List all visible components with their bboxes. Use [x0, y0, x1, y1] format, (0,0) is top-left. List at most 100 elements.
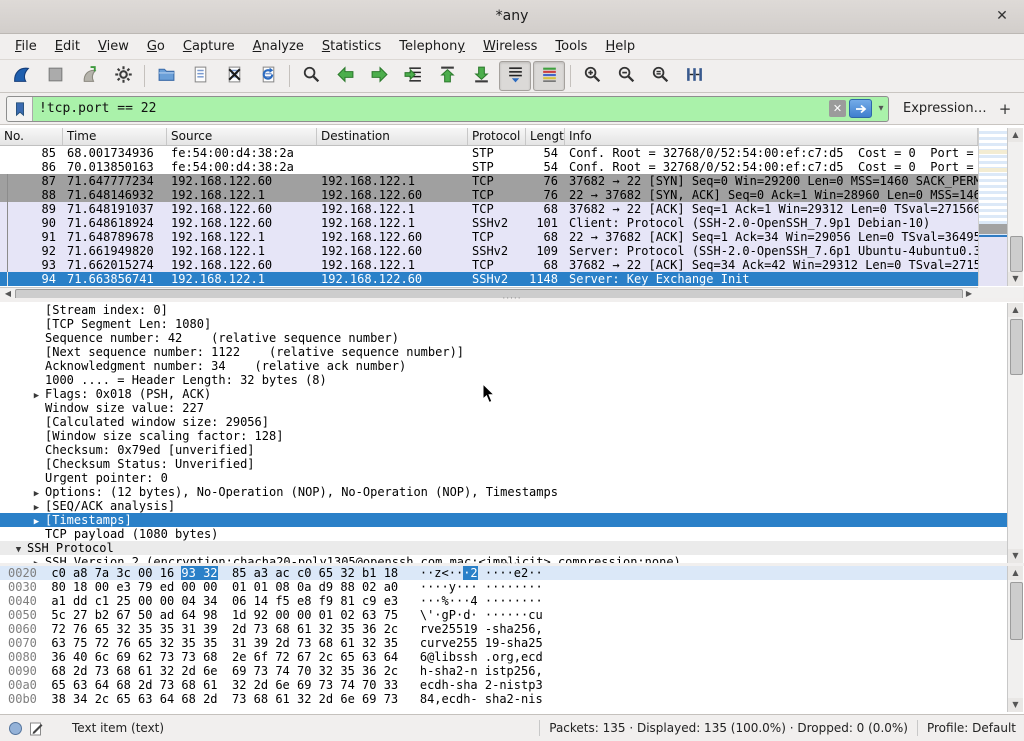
bytes-scrollbar[interactable]: ▲ ▼ [1007, 566, 1023, 712]
apply-filter-button[interactable] [849, 99, 872, 118]
column-header-destination[interactable]: Destination [317, 128, 468, 145]
scroll-down-icon[interactable]: ▼ [1008, 549, 1023, 563]
hex-row-0070[interactable]: 0070 63 75 72 76 65 32 35 35 31 39 2d 73… [0, 636, 1008, 650]
menu-telephony[interactable]: Telephony [390, 36, 474, 57]
go-first-button[interactable] [431, 61, 463, 91]
column-header-no[interactable]: No. [0, 128, 63, 145]
find-packet-button[interactable] [295, 61, 327, 91]
profile-button[interactable]: Profile: Default [927, 721, 1016, 735]
packet-row-90[interactable]: 9071.648618924192.168.122.60192.168.122.… [0, 216, 978, 230]
detail-row[interactable]: [Stream index: 0] [0, 303, 1008, 317]
zoom-reset-button[interactable] [644, 61, 676, 91]
menu-capture[interactable]: Capture [174, 36, 244, 57]
menu-tools[interactable]: Tools [546, 36, 596, 57]
detail-row[interactable]: ▼SSH Protocol [0, 541, 1008, 555]
open-file-button[interactable] [150, 61, 182, 91]
go-forward-button[interactable] [363, 61, 395, 91]
packet-list-scrollbar[interactable]: ▲ ▼ [1007, 128, 1023, 286]
menu-file[interactable]: File [6, 36, 46, 57]
column-header-time[interactable]: Time [63, 128, 167, 145]
packet-row-89[interactable]: 8971.648191037192.168.122.60192.168.122.… [0, 202, 978, 216]
detail-row[interactable]: [TCP Segment Len: 1080] [0, 317, 1008, 331]
expert-info-icon[interactable] [8, 721, 23, 736]
menu-go[interactable]: Go [138, 36, 174, 57]
packet-row-93[interactable]: 9371.662015274192.168.122.60192.168.122.… [0, 258, 978, 272]
scroll-up-icon[interactable]: ▲ [1008, 566, 1023, 580]
detail-row[interactable]: [Calculated window size: 29056] [0, 415, 1008, 429]
hex-row-0080[interactable]: 0080 36 40 6c 69 62 73 73 68 2e 6f 72 67… [0, 650, 1008, 664]
hex-row-0050[interactable]: 0050 5c 27 b2 67 50 ad 64 98 1d 92 00 00… [0, 608, 1008, 622]
detail-row[interactable]: Urgent pointer: 0 [0, 471, 1008, 485]
column-header-length[interactable]: Length [526, 128, 565, 145]
go-last-button[interactable] [465, 61, 497, 91]
hex-row-0030[interactable]: 0030 80 18 00 e3 79 ed 00 00 01 01 08 0a… [0, 580, 1008, 594]
packet-row-94[interactable]: 9471.663856741192.168.122.1192.168.122.6… [0, 272, 978, 286]
auto-scroll-button[interactable] [499, 61, 531, 91]
packet-row-86[interactable]: 8670.013850163fe:54:00:d4:38:2aSTP54Conf… [0, 160, 978, 174]
scroll-up-icon[interactable]: ▲ [1008, 303, 1023, 317]
packet-row-91[interactable]: 9171.648789678192.168.122.1192.168.122.6… [0, 230, 978, 244]
capture-options-button[interactable] [107, 61, 139, 91]
collapse-icon[interactable]: ▼ [10, 543, 27, 557]
capture-comment-icon[interactable] [29, 721, 44, 736]
packet-row-92[interactable]: 9271.661949820192.168.122.1192.168.122.6… [0, 244, 978, 258]
colorize-button[interactable] [533, 61, 565, 91]
scrollbar-thumb[interactable] [1010, 582, 1023, 640]
go-to-packet-button[interactable] [397, 61, 429, 91]
packet-list-minimap[interactable] [978, 128, 1008, 286]
detail-row[interactable]: [Checksum Status: Unverified] [0, 457, 1008, 471]
resize-columns-button[interactable] [678, 61, 710, 91]
scrollbar-thumb[interactable] [1010, 236, 1023, 272]
menu-wireless[interactable]: Wireless [474, 36, 546, 57]
clear-filter-button[interactable]: ✕ [829, 100, 846, 117]
start-capture-button[interactable] [5, 61, 37, 91]
packet-row-88[interactable]: 8871.648146932192.168.122.1192.168.122.6… [0, 188, 978, 202]
hex-row-0060[interactable]: 0060 72 76 65 32 35 35 31 39 2d 73 68 61… [0, 622, 1008, 636]
column-header-source[interactable]: Source [167, 128, 317, 145]
close-window-button[interactable]: ✕ [991, 0, 1013, 33]
reload-file-button[interactable] [252, 61, 284, 91]
scroll-down-icon[interactable]: ▼ [1008, 272, 1023, 286]
details-scrollbar[interactable]: ▲ ▼ [1007, 303, 1023, 563]
go-back-button[interactable] [329, 61, 361, 91]
detail-row[interactable]: ▶Flags: 0x018 (PSH, ACK) [0, 387, 1008, 401]
scroll-up-icon[interactable]: ▲ [1008, 128, 1023, 142]
detail-row[interactable]: Window size value: 227 [0, 401, 1008, 415]
menu-analyze[interactable]: Analyze [244, 36, 313, 57]
menu-help[interactable]: Help [596, 36, 644, 57]
filter-bookmark-button[interactable] [7, 97, 33, 121]
detail-row[interactable]: 1000 .... = Header Length: 32 bytes (8) [0, 373, 1008, 387]
display-filter-field[interactable]: !tcp.port == 22 ✕ ▾ [6, 96, 889, 122]
save-file-button[interactable] [184, 61, 216, 91]
expression-button[interactable]: Expression… [903, 101, 987, 116]
zoom-out-button[interactable] [610, 61, 642, 91]
hex-row-00a0[interactable]: 00a0 65 63 64 68 2d 73 68 61 32 2d 6e 69… [0, 678, 1008, 692]
hex-row-0090[interactable]: 0090 68 2d 73 68 61 32 2d 6e 69 73 74 70… [0, 664, 1008, 678]
packet-row-87[interactable]: 8771.647777234192.168.122.60192.168.122.… [0, 174, 978, 188]
scrollbar-thumb[interactable] [1010, 319, 1023, 375]
restart-capture-button[interactable] [73, 61, 105, 91]
detail-row[interactable]: [Window size scaling factor: 128] [0, 429, 1008, 443]
hex-row-0040[interactable]: 0040 a1 dd c1 25 00 00 04 34 06 14 f5 e8… [0, 594, 1008, 608]
menu-edit[interactable]: Edit [46, 36, 89, 57]
menu-statistics[interactable]: Statistics [313, 36, 390, 57]
detail-row[interactable]: ▶Options: (12 bytes), No-Operation (NOP)… [0, 485, 1008, 499]
column-header-protocol[interactable]: Protocol [468, 128, 526, 145]
filter-history-dropdown[interactable]: ▾ [874, 103, 888, 114]
hex-row-0020[interactable]: 0020 c0 a8 7a 3c 00 16 93 32 85 a3 ac c0… [0, 566, 1008, 580]
packet-row-85[interactable]: 8568.001734936fe:54:00:d4:38:2aSTP54Conf… [0, 146, 978, 160]
detail-row[interactable]: Sequence number: 42 (relative sequence n… [0, 331, 1008, 345]
zoom-in-button[interactable] [576, 61, 608, 91]
pane-splitter[interactable]: ····· [0, 298, 1024, 302]
column-header-info[interactable]: Info [565, 128, 978, 145]
close-file-button[interactable] [218, 61, 250, 91]
detail-row[interactable]: ▶[SEQ/ACK analysis] [0, 499, 1008, 513]
stop-capture-button[interactable] [39, 61, 71, 91]
scroll-down-icon[interactable]: ▼ [1008, 698, 1023, 712]
detail-row[interactable]: [Next sequence number: 1122 (relative se… [0, 345, 1008, 359]
filter-input[interactable]: !tcp.port == 22 [33, 101, 829, 116]
menu-view[interactable]: View [89, 36, 138, 57]
detail-row[interactable]: Acknowledgment number: 34 (relative ack … [0, 359, 1008, 373]
detail-row[interactable]: ▶[Timestamps] [0, 513, 1008, 527]
add-filter-button[interactable]: + [994, 98, 1016, 120]
